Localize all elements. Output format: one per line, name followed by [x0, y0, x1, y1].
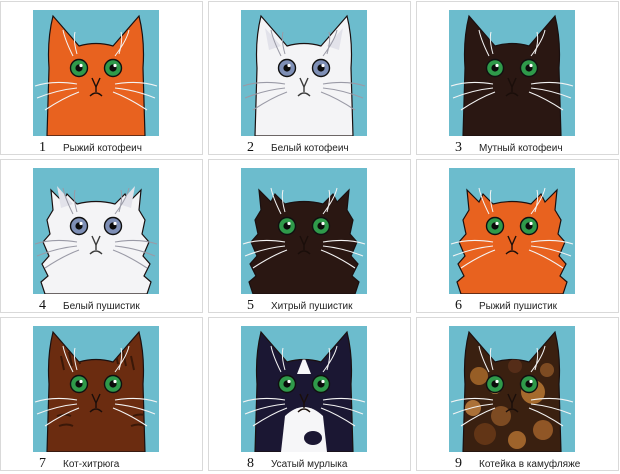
cat-illustration: [241, 168, 367, 294]
eye-highlight: [113, 379, 117, 384]
cat-card: 3 Мутный котофеич: [416, 1, 619, 155]
cat-name: Усатый мурлыка: [271, 459, 348, 470]
cat-caption: 9 Котейка в камуфляже: [455, 454, 580, 472]
cat-illustration: [33, 168, 159, 294]
cat-card: 8 Усатый мурлыка: [208, 317, 411, 471]
cat-card: 2 Белый котофеич: [208, 1, 411, 155]
cat-number: 3: [455, 140, 462, 155]
cat-number: 6: [455, 298, 462, 313]
cat-number: 1: [39, 140, 46, 155]
eye-highlight: [529, 379, 533, 384]
cat-gallery: 1 Рыжий котофеич 2 Белый котофеич 3 Мутный …: [0, 0, 620, 474]
dark-spot: [304, 431, 322, 445]
cat-body: [456, 188, 568, 294]
eye-highlight: [113, 221, 117, 226]
eye-highlight: [113, 63, 117, 68]
cat-caption: 6 Рыжий пушистик: [455, 296, 557, 314]
cat-number: 4: [39, 298, 46, 313]
cat-name: Кот-хитрюга: [63, 459, 120, 470]
cat-body: [248, 188, 360, 294]
eye-highlight: [321, 63, 325, 68]
cat-illustration: [449, 326, 575, 452]
cat-name: Рыжий котофеич: [63, 143, 142, 154]
cat-card: 5 Хитрый пушистик: [208, 159, 411, 313]
cat-name: Рыжий пушистик: [479, 301, 558, 312]
eye-highlight: [287, 63, 291, 68]
eye-highlight: [495, 379, 499, 384]
cat-card: 9 Котейка в камуфляже: [416, 317, 619, 471]
eye-highlight: [79, 221, 83, 226]
cat-number: 7: [39, 456, 46, 471]
cat-illustration: [33, 10, 159, 136]
cat-name: Мутный котофеич: [479, 143, 563, 154]
cat-caption: 4 Белый пушистик: [39, 296, 140, 314]
cat-body: [40, 188, 152, 294]
cat-card: 6 Рыжий пушистик: [416, 159, 619, 313]
cat-name: Хитрый пушистик: [271, 301, 353, 312]
cat-illustration: [449, 168, 575, 294]
cat-name: Белый пушистик: [63, 301, 140, 312]
cat-number: 8: [247, 456, 254, 471]
cat-number: 5: [247, 298, 254, 313]
cat-number: 2: [247, 140, 254, 155]
cat-illustration: [33, 326, 159, 452]
eye-highlight: [495, 221, 499, 226]
cat-number: 9: [455, 456, 462, 471]
cat-card: 4 Белый пушистик: [0, 159, 203, 313]
cat-illustration: [449, 10, 575, 136]
eye-highlight: [529, 63, 533, 68]
cat-caption: 2 Белый котофеич: [247, 138, 349, 156]
cat-card: 7 Кот-хитрюга: [0, 317, 203, 471]
cat-card: 1 Рыжий котофеич: [0, 1, 203, 155]
eye-highlight: [529, 221, 533, 226]
eye-highlight: [321, 379, 325, 384]
cat-name: Белый котофеич: [271, 143, 349, 154]
eye-highlight: [287, 221, 291, 226]
cat-caption: 3 Мутный котофеич: [455, 138, 563, 156]
eye-highlight: [321, 221, 325, 226]
cat-illustration: [241, 10, 367, 136]
cat-caption: 1 Рыжий котофеич: [39, 138, 142, 156]
eye-highlight: [495, 63, 499, 68]
eye-highlight: [79, 379, 83, 384]
eye-highlight: [79, 63, 83, 68]
cat-caption: 7 Кот-хитрюга: [39, 454, 119, 472]
white-chest-patch: [281, 407, 327, 452]
cat-illustration: [241, 326, 367, 452]
eye-highlight: [287, 379, 291, 384]
cat-caption: 8 Усатый мурлыка: [247, 454, 347, 472]
cat-caption: 5 Хитрый пушистик: [247, 296, 353, 314]
cat-name: Котейка в камуфляже: [479, 459, 581, 470]
